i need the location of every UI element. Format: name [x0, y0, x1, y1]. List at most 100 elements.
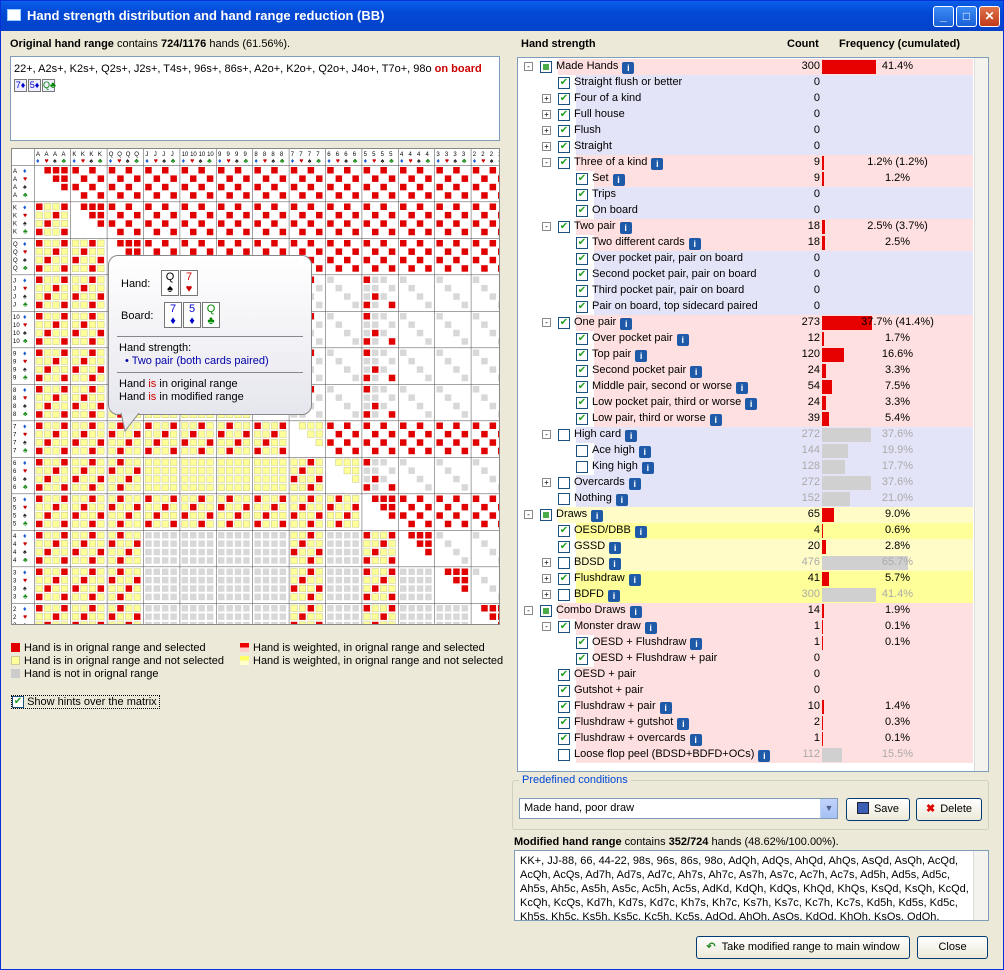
collapse-icon[interactable]: -	[542, 430, 551, 439]
info-icon[interactable]: i	[608, 558, 621, 570]
row-checkbox[interactable]: ✔	[558, 733, 570, 745]
row-checkbox[interactable]: ✔	[558, 541, 570, 553]
info-icon[interactable]: i	[688, 238, 701, 250]
hand-strength-row[interactable]: - ✔ Two pair i 18 2.5% (3.7%)	[518, 219, 976, 235]
hand-strength-row[interactable]: ✔ OESD + Flushdraw + pair 0	[518, 651, 976, 667]
title-bar[interactable]: Hand strength distribution and hand rang…	[1, 1, 1003, 31]
collapse-icon[interactable]: -	[542, 158, 551, 167]
info-icon[interactable]: i	[676, 334, 689, 346]
hand-strength-row[interactable]: ✔ Top pair i 120 16.6%	[518, 347, 976, 363]
row-checkbox[interactable]: ✔	[576, 189, 588, 201]
row-checkbox[interactable]: ✔	[558, 621, 570, 633]
row-checkbox[interactable]: ✔	[576, 333, 588, 345]
info-icon[interactable]: i	[628, 478, 641, 490]
expand-icon[interactable]: +	[542, 574, 551, 583]
collapse-icon[interactable]: -	[524, 62, 533, 71]
original-range-textbox[interactable]: 22+, A2s+, K2s+, Q2s+, J2s+, T4s+, 96s+,…	[10, 56, 500, 141]
save-button[interactable]: Save	[846, 798, 910, 821]
info-icon[interactable]: i	[651, 158, 664, 170]
hand-strength-row[interactable]: Loose flop peel (BDSD+BDFD+OCs) i 112 15.5%	[518, 747, 976, 763]
tree-scrollbar[interactable]	[974, 58, 988, 771]
hand-strength-tree[interactable]: - Made Hands i 300 41.4% ✔ Straight flush or b…	[517, 57, 989, 772]
hand-strength-row[interactable]: ✔ Pair on board, top sidecard paired 0	[518, 299, 976, 315]
expand-icon[interactable]: +	[542, 590, 551, 599]
collapse-icon[interactable]: -	[542, 622, 551, 631]
collapse-icon[interactable]: -	[542, 222, 551, 231]
row-checkbox[interactable]	[576, 445, 588, 457]
row-checkbox[interactable]: ✔	[576, 653, 588, 665]
minimize-button[interactable]: _	[933, 6, 954, 27]
hand-strength-row[interactable]: Ace high i 144 19.9%	[518, 443, 976, 459]
info-icon[interactable]: i	[629, 606, 642, 618]
info-icon[interactable]: i	[641, 462, 654, 474]
hand-strength-row[interactable]: + ✔ Full house 0	[518, 107, 976, 123]
hand-strength-row[interactable]: ✔ OESD + pair 0	[518, 667, 976, 683]
maximize-button[interactable]: □	[956, 6, 977, 27]
info-icon[interactable]: i	[591, 510, 604, 522]
row-checkbox[interactable]	[540, 509, 552, 521]
info-icon[interactable]: i	[615, 494, 628, 506]
row-checkbox[interactable]: ✔	[576, 205, 588, 217]
hand-strength-row[interactable]: + ✔ Four of a kind 0	[518, 91, 976, 107]
hand-strength-row[interactable]: - ✔ Monster draw i 1 0.1%	[518, 619, 976, 635]
expand-icon[interactable]: +	[542, 478, 551, 487]
row-checkbox[interactable]: ✔	[576, 237, 588, 249]
hand-strength-row[interactable]: ✔ Flushdraw + pair i 10 1.4%	[518, 699, 976, 715]
row-checkbox[interactable]: ✔	[576, 397, 588, 409]
row-checkbox[interactable]: ✔	[558, 717, 570, 729]
hand-strength-row[interactable]: + Overcards i 272 37.6%	[518, 475, 976, 491]
hand-strength-row[interactable]: ✔ Over pocket pair, pair on board 0	[518, 251, 976, 267]
info-icon[interactable]: i	[622, 62, 635, 74]
row-checkbox[interactable]: ✔	[558, 573, 570, 585]
hand-strength-row[interactable]: ✔ OESD + Flushdraw i 1 0.1%	[518, 635, 976, 651]
hand-strength-row[interactable]: ✔ Flushdraw + gutshot i 2 0.3%	[518, 715, 976, 731]
hand-strength-row[interactable]: ✔ Set i 9 1.2%	[518, 171, 976, 187]
expand-icon[interactable]: +	[542, 142, 551, 151]
row-checkbox[interactable]: ✔	[558, 221, 570, 233]
row-checkbox[interactable]: ✔	[576, 381, 588, 393]
hand-strength-row[interactable]: ✔ Trips 0	[518, 187, 976, 203]
hand-strength-row[interactable]: + ✔ Straight 0	[518, 139, 976, 155]
hand-strength-row[interactable]: ✔ Gutshot + pair 0	[518, 683, 976, 699]
row-checkbox[interactable]: ✔	[576, 285, 588, 297]
info-icon[interactable]: i	[690, 366, 703, 378]
hand-strength-row[interactable]: Nothing i 152 21.0%	[518, 491, 976, 507]
row-checkbox[interactable]: ✔	[576, 173, 588, 185]
hand-strength-row[interactable]: ✔ Third pocket pair, pair on board 0	[518, 283, 976, 299]
hand-strength-row[interactable]: - Made Hands i 300 41.4%	[518, 59, 976, 75]
expand-icon[interactable]: +	[542, 558, 551, 567]
info-icon[interactable]: i	[625, 430, 638, 442]
predefined-conditions-select[interactable]: Made hand, poor draw ▼	[519, 798, 838, 819]
row-checkbox[interactable]: ✔	[558, 93, 570, 105]
row-checkbox[interactable]	[540, 61, 552, 73]
hand-strength-row[interactable]: ✔ OESD/DBB i 4 0.6%	[518, 523, 976, 539]
info-icon[interactable]: i	[736, 382, 749, 394]
row-checkbox[interactable]: ✔	[576, 253, 588, 265]
info-icon[interactable]: i	[607, 590, 620, 602]
info-icon[interactable]: i	[634, 526, 647, 538]
info-icon[interactable]: i	[628, 574, 641, 586]
hand-strength-row[interactable]: ✔ Low pocket pair, third or worse i 24 3.3%	[518, 395, 976, 411]
hand-strength-row[interactable]: ✔ GSSD i 20 2.8%	[518, 539, 976, 555]
hand-strength-row[interactable]: ✔ Two different cards i 18 2.5%	[518, 235, 976, 251]
info-icon[interactable]: i	[644, 622, 657, 634]
hand-strength-row[interactable]: King high i 128 17.7%	[518, 459, 976, 475]
row-checkbox[interactable]	[558, 557, 570, 569]
row-checkbox[interactable]: ✔	[558, 157, 570, 169]
info-icon[interactable]: i	[745, 398, 758, 410]
row-checkbox[interactable]: ✔	[576, 269, 588, 281]
hand-strength-row[interactable]: ✔ Second pocket pair i 24 3.3%	[518, 363, 976, 379]
row-checkbox[interactable]	[558, 493, 570, 505]
hand-strength-row[interactable]: - ✔ One pair i 273 37.7% (41.4%)	[518, 315, 976, 331]
take-modified-range-button[interactable]: ↶ Take modified range to main window	[696, 936, 910, 959]
close-button[interactable]: Close	[917, 936, 988, 959]
info-icon[interactable]: i	[690, 638, 703, 650]
row-checkbox[interactable]: ✔	[558, 77, 570, 89]
row-checkbox[interactable]: ✔	[558, 141, 570, 153]
check-icon[interactable]: ✔	[12, 696, 24, 709]
row-checkbox[interactable]: ✔	[558, 685, 570, 697]
row-checkbox[interactable]: ✔	[558, 109, 570, 121]
row-checkbox[interactable]	[540, 605, 552, 617]
info-icon[interactable]: i	[620, 318, 633, 330]
info-icon[interactable]: i	[677, 718, 690, 730]
